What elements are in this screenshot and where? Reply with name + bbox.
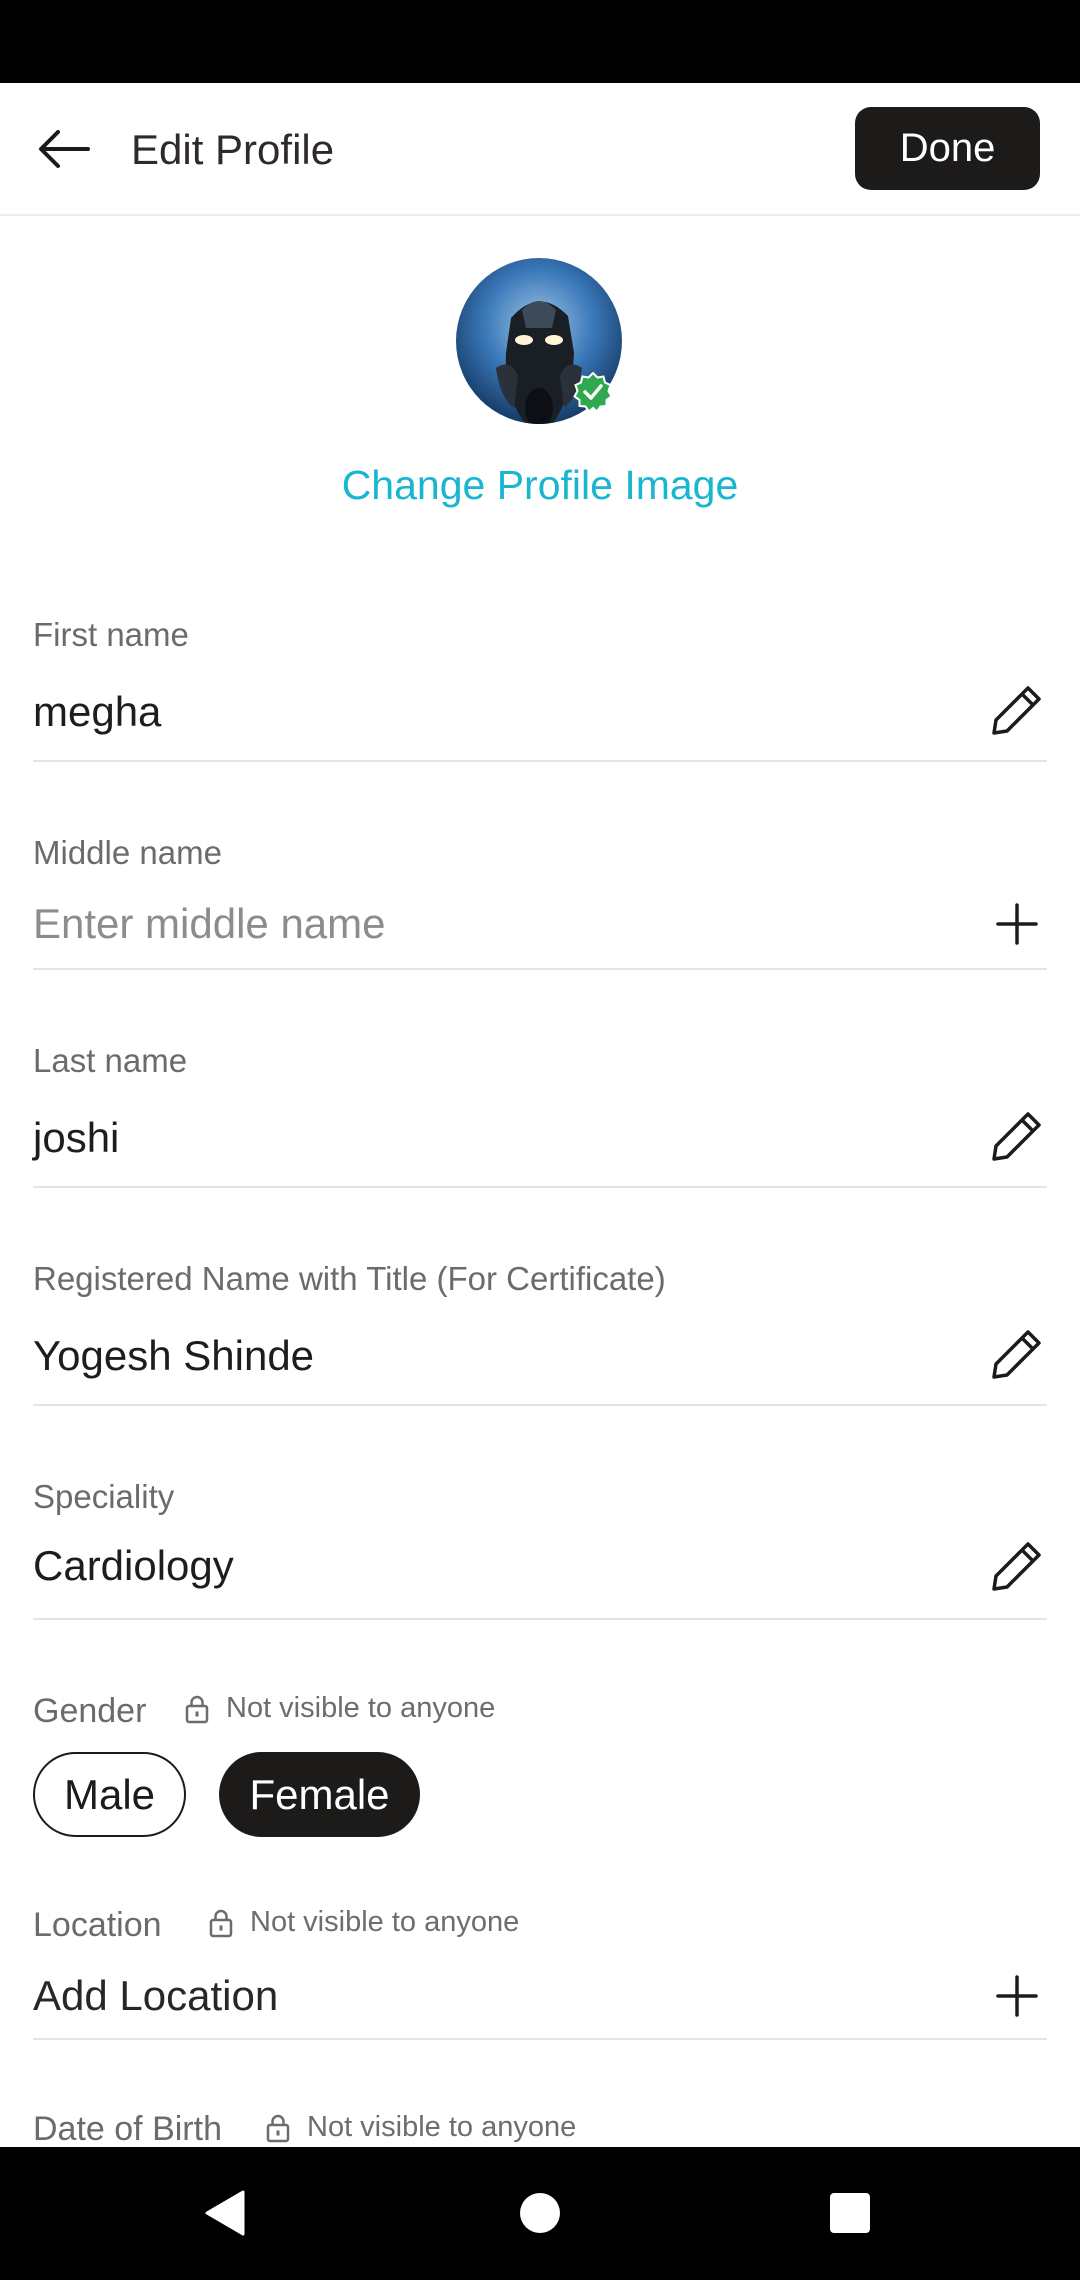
location-privacy-note: Not visible to anyone: [206, 1906, 519, 1939]
pencil-icon: [992, 1542, 1041, 1591]
gender-option-female[interactable]: Female: [219, 1752, 420, 1837]
add-location-input[interactable]: Add Location: [33, 1972, 278, 2020]
first-name-value[interactable]: megha: [33, 688, 161, 736]
lock-icon: [266, 2114, 290, 2142]
verified-badge-icon: [573, 372, 613, 412]
registered-name-field[interactable]: Registered Name with Title (For Certific…: [33, 1254, 1047, 1406]
plus-icon: [996, 903, 1038, 945]
date-of-birth-privacy-text: Not visible to anyone: [307, 2111, 577, 2143]
system-navigation-bar: [0, 2147, 1080, 2280]
back-button[interactable]: [28, 113, 100, 185]
pencil-icon: [992, 1330, 1041, 1379]
edit-speciality-button[interactable]: [987, 1536, 1047, 1596]
middle-name-label: Middle name: [33, 834, 222, 871]
speciality-label: Speciality: [33, 1478, 175, 1515]
nav-home-button[interactable]: [504, 2177, 576, 2249]
circle-home-icon: [520, 2193, 560, 2233]
add-location-button[interactable]: [987, 1966, 1047, 2026]
date-of-birth-label: Date of Birth: [33, 2110, 222, 2148]
location-privacy-text: Not visible to anyone: [250, 1906, 520, 1938]
page-title: Edit Profile: [131, 126, 335, 173]
pencil-icon: [992, 1112, 1041, 1161]
speciality-field[interactable]: Speciality Cardiology: [33, 1472, 1047, 1620]
pencil-icon: [992, 686, 1041, 735]
first-name-label: First name: [33, 616, 189, 653]
gender-privacy-text: Not visible to anyone: [226, 1692, 496, 1724]
nav-back-button[interactable]: [189, 2177, 261, 2249]
middle-name-field[interactable]: Middle name Enter middle name: [33, 828, 1047, 970]
status-bar: [0, 0, 1080, 83]
gender-privacy-note: Not visible to anyone: [182, 1692, 495, 1725]
location-field[interactable]: Location Not visible to anyone Add Locat…: [33, 1904, 1047, 2040]
app-bar: Edit Profile Done: [0, 83, 1080, 216]
avatar[interactable]: [456, 258, 622, 424]
lock-icon: [185, 1695, 209, 1723]
plus-icon: [996, 1975, 1038, 2017]
triangle-back-icon: [205, 2190, 245, 2236]
registered-name-label: Registered Name with Title (For Certific…: [33, 1260, 666, 1297]
gender-label: Gender: [33, 1692, 147, 1730]
edit-registered-name-button[interactable]: [987, 1324, 1047, 1384]
edit-last-name-button[interactable]: [987, 1106, 1047, 1166]
middle-name-input[interactable]: Enter middle name: [33, 900, 386, 948]
edit-first-name-button[interactable]: [987, 680, 1047, 740]
gender-option-male[interactable]: Male: [33, 1752, 186, 1837]
registered-name-value[interactable]: Yogesh Shinde: [33, 1332, 314, 1380]
done-button[interactable]: Done: [855, 107, 1040, 190]
speciality-value[interactable]: Cardiology: [33, 1542, 234, 1590]
last-name-field[interactable]: Last name joshi: [33, 1036, 1047, 1188]
arrow-left-icon: [39, 130, 90, 168]
last-name-label: Last name: [33, 1042, 188, 1079]
last-name-value[interactable]: joshi: [33, 1114, 119, 1162]
location-label: Location: [33, 1906, 162, 1944]
nav-recents-button[interactable]: [814, 2177, 886, 2249]
first-name-field[interactable]: First name megha: [33, 610, 1047, 762]
date-of-birth-privacy-note: Not visible to anyone: [263, 2111, 576, 2144]
add-middle-name-button[interactable]: [987, 894, 1047, 954]
lock-icon: [209, 1909, 233, 1937]
change-profile-image-link[interactable]: Change Profile Image: [0, 462, 1080, 509]
square-recents-icon: [830, 2193, 870, 2233]
